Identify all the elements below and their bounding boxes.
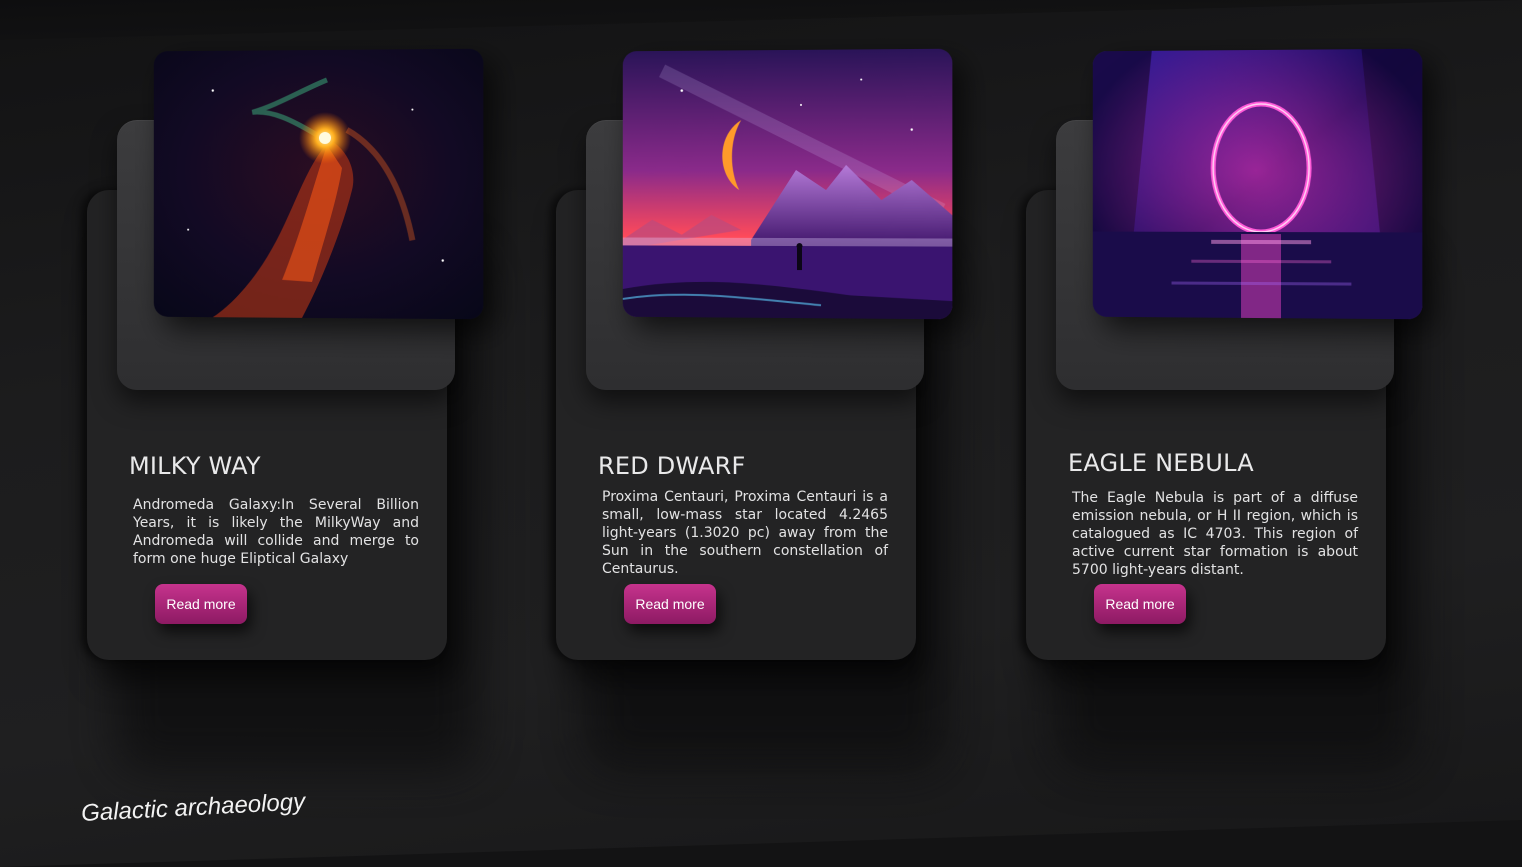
card-eagle-nebula: EAGLE NEBULA The Eagle Nebula is part of… (1006, 0, 1456, 770)
card-title: RED DWARF (598, 452, 746, 480)
milky-way-image (153, 48, 484, 320)
read-more-button[interactable]: Read more (155, 584, 247, 624)
bottom-shade-band (0, 820, 1522, 867)
card-description: Proxima Centauri, Proxima Centauri is a … (602, 489, 888, 577)
card-red-dwarf: RED DWARF Proxima Centauri, Proxima Cent… (536, 0, 986, 770)
read-more-button[interactable]: Read more (624, 584, 716, 624)
card-description: The Eagle Nebula is part of a diffuse em… (1072, 490, 1358, 578)
caption: Galactic archaeology (80, 788, 306, 828)
card-title: EAGLE NEBULA (1068, 449, 1254, 477)
card-milky-way: MILKY WAY Andromeda Galaxy:In Several Bi… (67, 0, 517, 770)
card-description: Andromeda Galaxy:In Several Billion Year… (133, 497, 419, 567)
card-title: MILKY WAY (129, 452, 261, 480)
red-dwarf-image (622, 48, 953, 320)
eagle-nebula-image (1092, 48, 1423, 320)
read-more-button[interactable]: Read more (1094, 584, 1186, 624)
